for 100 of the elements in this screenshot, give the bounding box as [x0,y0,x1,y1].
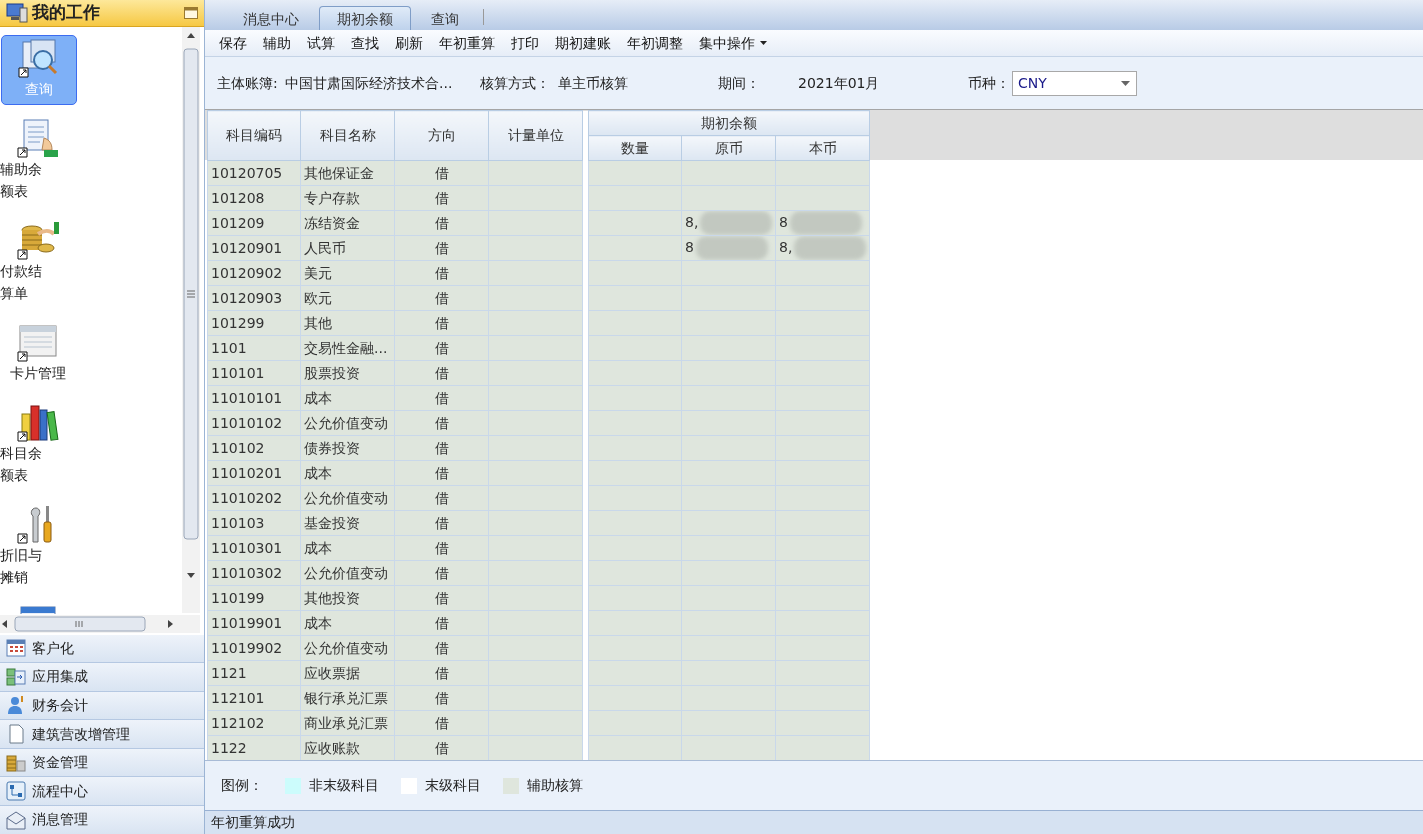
shortcut-item[interactable]: 科目余额表 [0,398,76,491]
toolbar-button[interactable]: 期初建账 [547,32,619,54]
toolbar-button[interactable]: 查找 [343,32,387,54]
coins-icon [16,219,60,260]
table-cell: 借 [394,335,489,361]
table-cell: 其他 [300,310,395,336]
module-item[interactable]: 流程中心 [0,777,204,807]
table-cell: 10120901 [207,235,301,261]
table-cell: 借 [394,185,489,211]
table-cell: 银行承兑汇票 [300,685,395,711]
column-header: 本币 [775,135,870,161]
table-cell: 公允价值变动 [300,560,395,586]
table-cell: 10120903 [207,285,301,311]
toolbar-button[interactable]: 年初重算 [431,32,503,54]
table-cell: 债券投资 [300,435,395,461]
shortcut-item[interactable]: 折旧与摊销 [0,500,76,593]
table-cell: 8, [775,235,870,261]
table-cell: 基金投资 [300,510,395,536]
minimize-icon[interactable] [184,6,198,19]
legend-label: 图例： [221,776,263,795]
table-cell: 110101 [207,360,301,386]
toolbar-button[interactable]: 年初调整 [619,32,691,54]
table-cell: 公允价值变动 [300,485,395,511]
table-cell: 成本 [300,610,395,636]
table-cell: 11010301 [207,535,301,561]
table-cell: 借 [394,685,489,711]
shortcut-item[interactable]: 卡片管理 [0,318,76,389]
table-cell: 110103 [207,510,301,536]
table-cell: 112101 [207,685,301,711]
table-cell: 11010201 [207,460,301,486]
status-message: 年初重算成功 [205,810,1423,834]
toolbar-button[interactable]: 集中操作 [691,32,775,54]
column-header: 计量单位 [488,110,583,161]
table-cell: 股票投资 [300,360,395,386]
table-cell: 借 [394,660,489,686]
toolbar-button[interactable]: 辅助 [255,32,299,54]
legend-text: 辅助核算 [527,776,583,795]
table-cell: 8, [681,210,776,236]
module-item[interactable]: 资金管理 [0,748,204,778]
toolbar-button[interactable]: 保存 [211,32,255,54]
table-cell: 借 [394,710,489,736]
column-header: 原币 [681,135,776,161]
table-cell: 商业承兑汇票 [300,710,395,736]
table-cell: 借 [394,735,489,760]
tab[interactable]: 期初余额 [319,6,411,30]
table-cell: 成本 [300,385,395,411]
currency-dropdown[interactable]: CNY [1012,70,1137,96]
table-cell: 10120902 [207,260,301,286]
envelope-icon [6,809,26,830]
field-label: 币种： [968,73,1010,93]
module-item[interactable]: 消息管理 [0,806,204,834]
legend-text: 非末级科目 [309,776,379,795]
module-item[interactable]: 应用集成 [0,663,204,692]
table-cell: 借 [394,560,489,586]
shortcut-item[interactable]: 付款结算单 [0,216,76,309]
field-value: 单主币核算 [558,73,629,93]
tab[interactable]: 消息中心 [225,6,317,30]
table-cell: 交易性金融... [300,335,395,361]
column-header: 方向 [394,110,489,161]
table-cell: 8 [681,235,776,261]
panel-title: 我的工作 [32,1,101,24]
shortcut-item[interactable]: 辅助余额表 [0,114,76,207]
field-label: 核算方式： [480,73,551,93]
page-icon [6,724,26,745]
table-cell: 101299 [207,310,301,336]
table-cell: 10120705 [207,160,301,186]
table-cell: 公允价值变动 [300,410,395,436]
table-cell: 11010302 [207,560,301,586]
column-group-header: 期初余额 [588,110,870,136]
table-cell: 冻结资金 [300,210,395,236]
module-icon [6,666,26,687]
table-cell: 借 [394,160,489,186]
table-cell: 11010202 [207,485,301,511]
table-cell: 110102 [207,435,301,461]
table-cell: 专户存款 [300,185,395,211]
column-header: 科目名称 [300,110,395,161]
table-cell: 110199 [207,585,301,611]
module-item[interactable]: 财务会计 [0,691,204,721]
table-cell: 应收账款 [300,735,395,760]
legend-text: 末级科目 [425,776,481,795]
table-cell: 借 [394,635,489,661]
module-item[interactable]: 建筑营改增管理 [0,720,204,749]
module-item[interactable]: 客户化 [0,634,204,664]
toolbar-button[interactable]: 打印 [503,32,547,54]
table-cell: 借 [394,585,489,611]
table-cell: 借 [394,485,489,511]
table-cell: 借 [394,510,489,536]
tab[interactable]: 查询 [413,6,477,30]
toolbar-button[interactable]: 刷新 [387,32,431,54]
table-cell: 借 [394,210,489,236]
table-cell: 借 [394,385,489,411]
table-cell: 欧元 [300,285,395,311]
table-cell: 借 [394,360,489,386]
table-cell: 人民币 [300,235,395,261]
field-value: 2021年01月 [798,73,881,93]
toolbar-button[interactable]: 试算 [299,32,343,54]
table-cell: 成本 [300,460,395,486]
field-label: 主体账簿: [217,73,279,93]
table-cell: 借 [394,235,489,261]
table-cell: 借 [394,610,489,636]
